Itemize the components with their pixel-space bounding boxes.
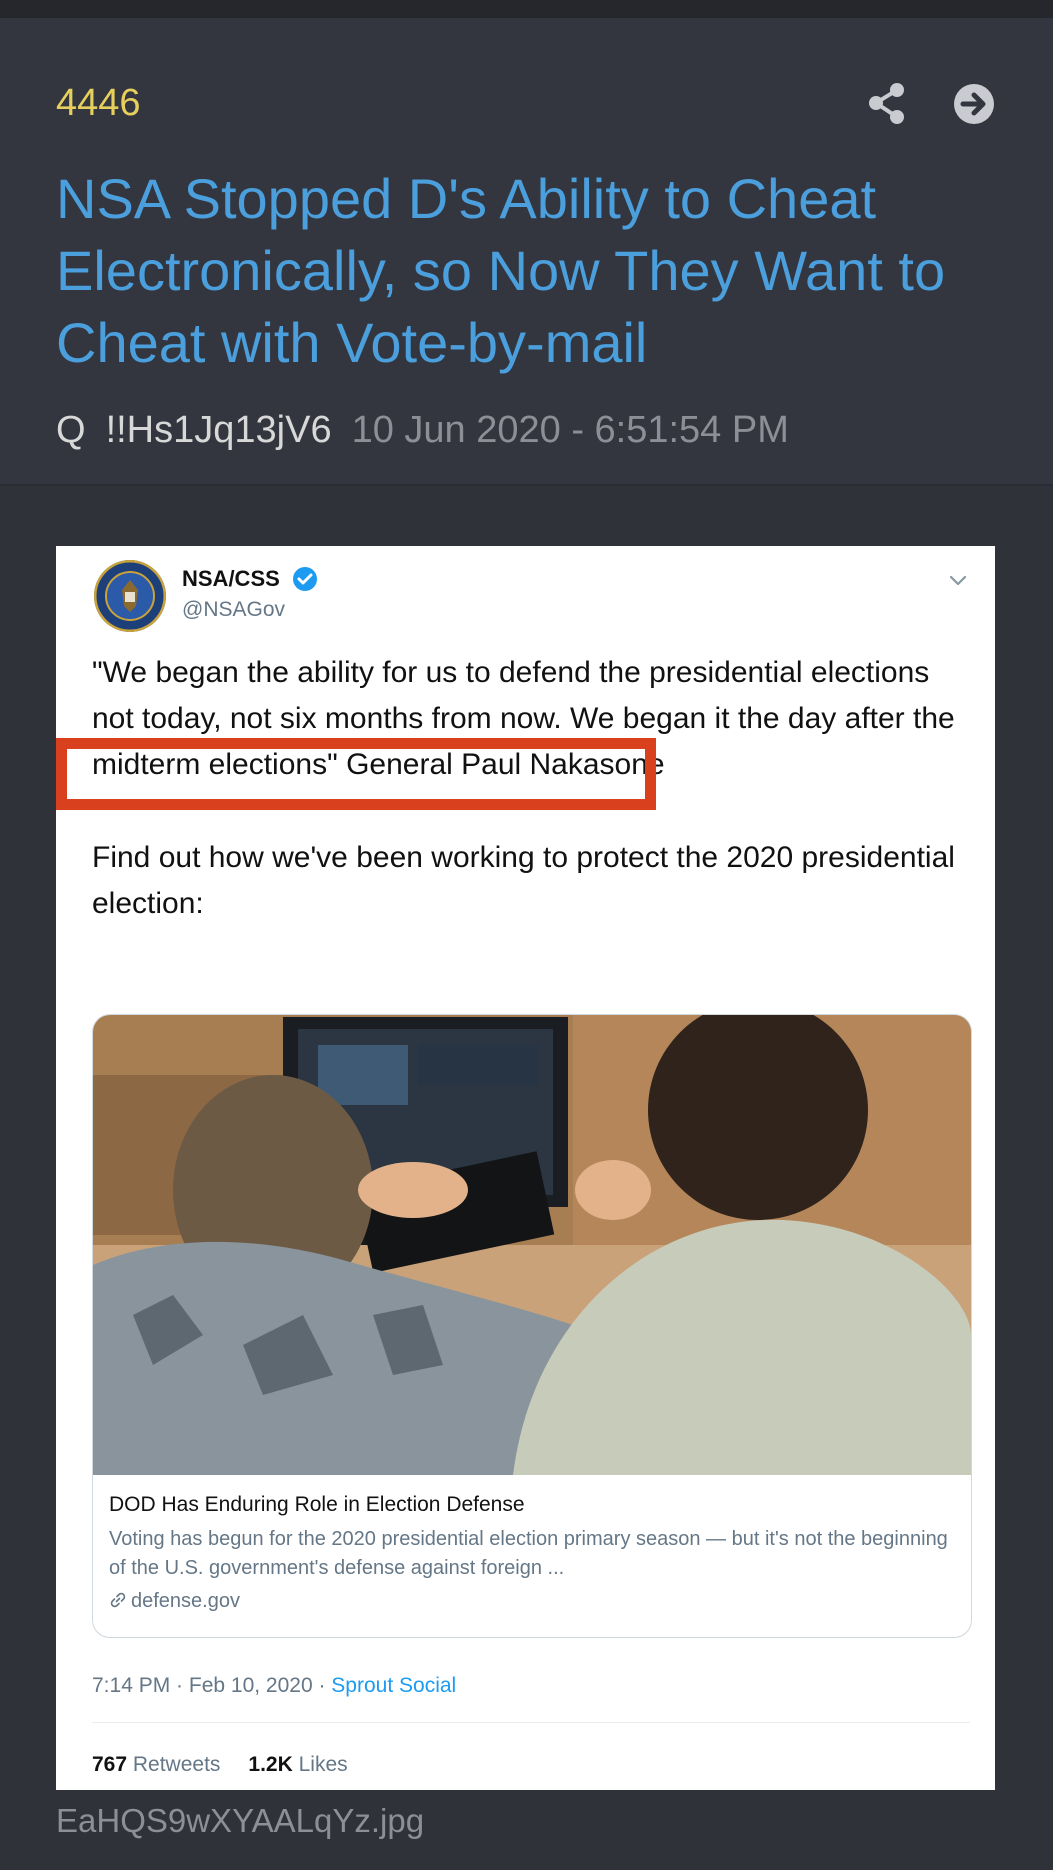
retweets-count: 767: [92, 1753, 128, 1776]
link-card-description: Voting has begun for the 2020 presidenti…: [109, 1528, 948, 1579]
post-meta: Q !!Hs1Jq13jV6 10 Jun 2020 - 6:51:54 PM: [56, 409, 789, 452]
chevron-down-icon[interactable]: [946, 568, 970, 592]
top-bar: [0, 0, 1053, 18]
attachment-filename[interactable]: EaHQS9wXYAALqYz.jpg: [56, 1802, 424, 1840]
tweet-source-link[interactable]: Sprout Social: [331, 1674, 456, 1697]
tweet-screenshot[interactable]: NSA/CSS @NSAGov "We began the ability fo…: [56, 546, 995, 1790]
verified-badge-icon: [292, 566, 318, 592]
tweet-stats: 767 Retweets 1.2K Likes: [92, 1753, 348, 1777]
tweet-time-text: 7:14 PM · Feb 10, 2020 ·: [92, 1674, 332, 1697]
link-domain-text: defense.gov: [131, 1590, 240, 1612]
post-title[interactable]: NSA Stopped D's Ability to Cheat Electro…: [56, 163, 1006, 379]
likes-stat[interactable]: 1.2K Likes: [248, 1753, 347, 1776]
divider: [92, 1722, 970, 1723]
tweet-body: "We began the ability for us to defend t…: [92, 650, 962, 974]
post-timestamp: 10 Jun 2020 - 6:51:54 PM: [351, 409, 789, 451]
tweet-paragraph: Find out how we've been working to prote…: [92, 841, 955, 920]
post-number[interactable]: 4446: [56, 82, 141, 125]
share-icon[interactable]: [866, 82, 908, 126]
account-name: NSA/CSS: [182, 566, 280, 591]
arrow-right-circle-icon[interactable]: [952, 82, 996, 126]
likes-count: 1.2K: [248, 1753, 293, 1776]
highlight-box: [56, 738, 656, 810]
link-card-title: DOD Has Enduring Role in Election Defens…: [109, 1493, 525, 1516]
link-card[interactable]: DOD Has Enduring Role in Election Defens…: [92, 1014, 972, 1638]
link-card-domain: defense.gov: [109, 1590, 240, 1613]
account-handle: @NSAGov: [182, 598, 286, 621]
nsa-seal-avatar: [94, 560, 166, 632]
link-icon: [109, 1591, 127, 1609]
retweets-label: Retweets: [127, 1753, 221, 1776]
tweet-timestamp: 7:14 PM · Feb 10, 2020 · Sprout Social: [92, 1674, 456, 1698]
article-photo: [93, 1015, 971, 1475]
post-header: 4446 NSA Stopped D's Ability to Cheat El…: [0, 18, 1053, 486]
author-name: Q: [56, 409, 86, 451]
tripcode: !!Hs1Jq13jV6: [105, 409, 332, 451]
retweets-stat[interactable]: 767 Retweets: [92, 1753, 220, 1776]
likes-label: Likes: [292, 1753, 348, 1776]
